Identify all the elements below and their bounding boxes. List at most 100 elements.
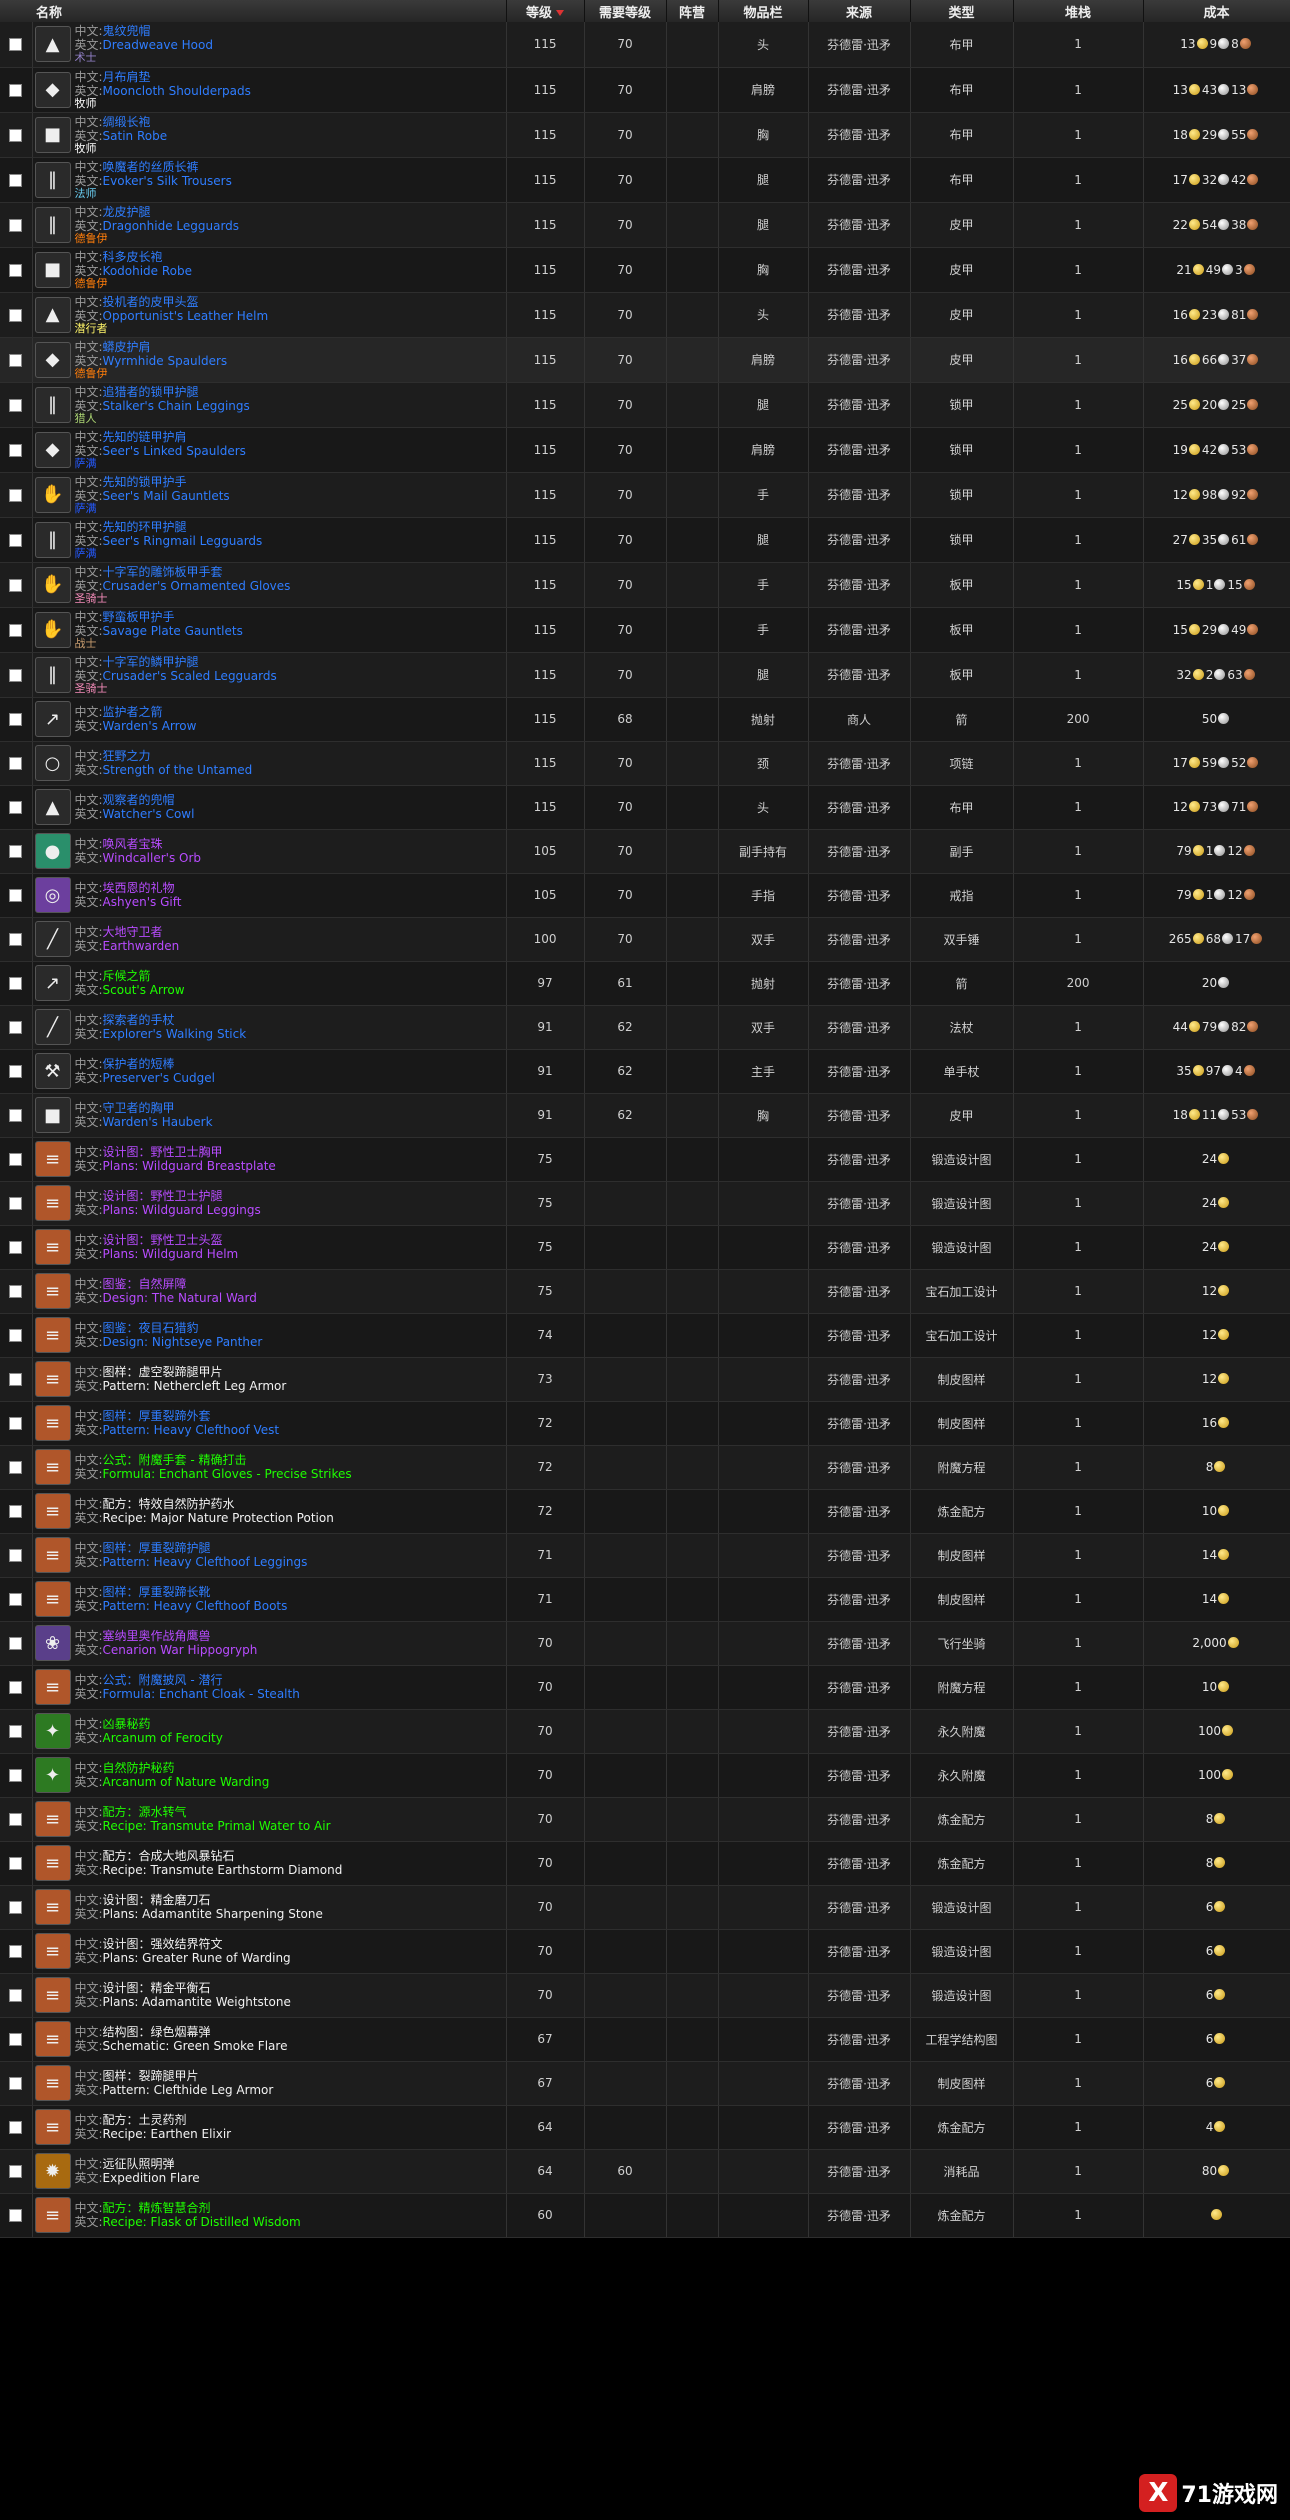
item-source[interactable]: 芬德雷·迅矛 — [808, 562, 911, 608]
scroll-icon[interactable]: ≡ — [34, 1273, 71, 1309]
item-name-en[interactable]: Cenarion War Hippogryph — [103, 1643, 258, 1657]
table-row[interactable]: ≡ 中文:公式：附魔披风 - 潜行 英文:Formula: Enchant Cloa… — [0, 1665, 1290, 1710]
col-header-faction[interactable]: 阵营 — [666, 0, 719, 22]
item-name-zh[interactable]: 设计图：强效结界符文 — [103, 1937, 223, 1951]
item-name-en[interactable]: Plans: Wildguard Breastplate — [103, 1159, 276, 1173]
item-name-zh[interactable]: 设计图：精金平衡石 — [103, 1981, 211, 1995]
row-checkbox[interactable] — [9, 2077, 23, 2090]
item-name-zh[interactable]: 观察者的兜帽 — [103, 793, 175, 807]
item-name-zh[interactable]: 先知的锁甲护手 — [103, 475, 187, 489]
leggings-icon[interactable]: ‖ — [34, 386, 71, 423]
table-row[interactable]: ≡ 中文:配方：合成大地风暴钻石 英文:Recipe: Transmute Eart… — [0, 1841, 1290, 1886]
row-checkbox[interactable] — [9, 1285, 23, 1298]
item-name-zh[interactable]: 图样：虚空裂蹄腿甲片 — [103, 1365, 223, 1379]
row-checkbox[interactable] — [9, 1593, 23, 1606]
table-row[interactable]: ≡ 中文:图鉴：自然屏障 英文:Design: The Natural Ward 75… — [0, 1269, 1290, 1314]
row-checkbox[interactable] — [9, 128, 23, 142]
scroll-icon[interactable]: ≡ — [34, 1933, 71, 1969]
staff-icon[interactable]: ╱ — [34, 921, 71, 957]
item-name-zh[interactable]: 龙皮护腿 — [103, 205, 151, 219]
row-checkbox[interactable] — [9, 173, 23, 187]
item-name-zh[interactable]: 塞纳里奥作战角鹰兽 — [103, 1629, 211, 1643]
scroll-icon[interactable]: ≡ — [34, 1801, 71, 1837]
row-checkbox[interactable] — [9, 1153, 23, 1166]
row-checkbox[interactable] — [9, 83, 23, 97]
leggings-icon[interactable]: ‖ — [34, 206, 71, 243]
table-row[interactable]: ≡ 中文:图鉴：夜目石猎豹 英文:Design: Nightseye Panther… — [0, 1313, 1290, 1358]
table-row[interactable]: ╱ 中文:大地守卫者 英文:Earthwarden 100 70 双手 芬德雷·迅矛 双手锤 1… — [0, 917, 1290, 962]
item-source[interactable]: 芬德雷·迅矛 — [808, 67, 911, 113]
item-name-zh[interactable]: 埃西恩的礼物 — [103, 881, 175, 895]
item-name-zh[interactable]: 凶暴秘药 — [103, 1717, 151, 1731]
item-name-en[interactable]: Warden's Hauberk — [103, 1115, 213, 1129]
table-row[interactable]: ≡ 中文:设计图：强效结界符文 英文:Plans: Greater Rune of … — [0, 1929, 1290, 1974]
table-row[interactable]: ≡ 中文:设计图：野性卫士胸甲 英文:Plans: Wildguard Breast… — [0, 1137, 1290, 1182]
table-row[interactable]: ▲ 中文:投机者的皮甲头盔 英文:Opportunist's Leather Hel… — [0, 292, 1290, 338]
orb-icon[interactable]: ● — [34, 833, 71, 869]
item-name-zh[interactable]: 图样：厚重裂蹄护腿 — [103, 1541, 211, 1555]
hood-icon[interactable]: ▲ — [34, 789, 71, 825]
item-source[interactable]: 芬德雷·迅矛 — [808, 1093, 911, 1138]
scroll-icon[interactable]: ≡ — [34, 2197, 71, 2233]
row-checkbox[interactable] — [9, 1769, 23, 1782]
item-source[interactable]: 芬德雷·迅矛 — [808, 157, 911, 203]
item-name-en[interactable]: Seer's Ringmail Legguards — [103, 534, 263, 548]
col-header-cost[interactable]: 成本 — [1143, 0, 1290, 22]
col-header-stack[interactable]: 堆栈 — [1013, 0, 1144, 22]
hood-icon[interactable]: ▲ — [34, 26, 71, 63]
row-checkbox[interactable] — [9, 1945, 23, 1958]
row-checkbox[interactable] — [9, 977, 23, 990]
item-name-zh[interactable]: 图鉴：夜目石猎豹 — [103, 1321, 199, 1335]
row-checkbox[interactable] — [9, 1857, 23, 1870]
item-name-en[interactable]: Scout's Arrow — [103, 983, 185, 997]
scroll-icon[interactable]: ≡ — [34, 2109, 71, 2145]
item-name-en[interactable]: Arcanum of Nature Warding — [103, 1775, 270, 1789]
row-checkbox[interactable] — [9, 1549, 23, 1562]
item-source[interactable]: 芬德雷·迅矛 — [808, 785, 911, 830]
table-row[interactable]: ↗ 中文:监护者之箭 英文:Warden's Arrow 115 68 抛射 商人箭 200 5… — [0, 697, 1290, 742]
gauntlets-icon[interactable]: ✋ — [34, 611, 71, 648]
item-name-zh[interactable]: 配方：精炼智慧合剂 — [103, 2201, 211, 2215]
item-name-en[interactable]: Watcher's Cowl — [103, 807, 195, 821]
row-checkbox[interactable] — [9, 1725, 23, 1738]
item-source[interactable]: 芬德雷·迅矛 — [808, 1753, 911, 1798]
item-name-zh[interactable]: 大地守卫者 — [103, 925, 163, 939]
table-row[interactable]: ≡ 中文:设计图：精金磨刀石 英文:Plans: Adamantite Sharpe… — [0, 1885, 1290, 1930]
gauntlets-icon[interactable]: ✋ — [34, 476, 71, 513]
table-row[interactable]: ❀ 中文:塞纳里奥作战角鹰兽 英文:Cenarion War Hippogryph 7… — [0, 1621, 1290, 1666]
item-source[interactable]: 芬德雷·迅矛 — [808, 1137, 911, 1182]
table-row[interactable]: ≡ 中文:配方：特效自然防护药水 英文:Recipe: Major Nature P… — [0, 1489, 1290, 1534]
robe-icon[interactable]: ■ — [34, 251, 71, 288]
item-name-zh[interactable]: 斥候之箭 — [103, 969, 151, 983]
scroll-icon[interactable]: ≡ — [34, 1977, 71, 2013]
item-name-zh[interactable]: 远征队照明弹 — [103, 2157, 175, 2171]
item-source[interactable]: 芬德雷·迅矛 — [808, 1269, 911, 1314]
arcanum-icon[interactable]: ✦ — [34, 1757, 71, 1793]
row-checkbox[interactable] — [9, 1637, 23, 1650]
item-name-en[interactable]: Recipe: Transmute Earthstorm Diamond — [103, 1863, 343, 1877]
col-header-level[interactable]: 等级 — [506, 0, 585, 22]
item-source[interactable]: 芬德雷·迅矛 — [808, 247, 911, 293]
table-row[interactable]: ≡ 中文:图样：厚重裂蹄长靴 英文:Pattern: Heavy Clefthoof… — [0, 1577, 1290, 1622]
arcanum-icon[interactable]: ✦ — [34, 1713, 71, 1749]
item-name-en[interactable]: Evoker's Silk Trousers — [103, 174, 232, 188]
necklace-icon[interactable]: ○ — [34, 745, 71, 781]
item-name-en[interactable]: Recipe: Transmute Primal Water to Air — [103, 1819, 331, 1833]
item-source[interactable]: 芬德雷·迅矛 — [808, 1005, 911, 1050]
item-source[interactable]: 芬德雷·迅矛 — [808, 1445, 911, 1490]
item-name-zh[interactable]: 设计图：野性卫士头盔 — [103, 1233, 223, 1247]
item-name-zh[interactable]: 鬼纹兜帽 — [103, 24, 151, 38]
item-name-en[interactable]: Strength of the Untamed — [103, 763, 253, 777]
item-name-en[interactable]: Mooncloth Shoulderpads — [103, 84, 251, 98]
table-row[interactable]: ✦ 中文:自然防护秘药 英文:Arcanum of Nature Warding 70… — [0, 1753, 1290, 1798]
item-name-en[interactable]: Plans: Wildguard Leggings — [103, 1203, 261, 1217]
item-source[interactable]: 芬德雷·迅矛 — [808, 1489, 911, 1534]
table-row[interactable]: ‖ 中文:唤魔者的丝质长裤 英文:Evoker's Silk Trousers 法师 1… — [0, 157, 1290, 203]
leggings-icon[interactable]: ‖ — [34, 521, 71, 558]
item-name-en[interactable]: Pattern: Nethercleft Leg Armor — [103, 1379, 287, 1393]
item-name-zh[interactable]: 月布肩垫 — [103, 70, 151, 84]
table-row[interactable]: ≡ 中文:公式：附魔手套 - 精确打击 英文:Formula: Enchant Gl… — [0, 1445, 1290, 1490]
table-row[interactable]: ≡ 中文:设计图：野性卫士头盔 英文:Plans: Wildguard Helm 75… — [0, 1225, 1290, 1270]
item-source[interactable]: 芬德雷·迅矛 — [808, 1181, 911, 1226]
scroll-icon[interactable]: ≡ — [34, 1405, 71, 1441]
